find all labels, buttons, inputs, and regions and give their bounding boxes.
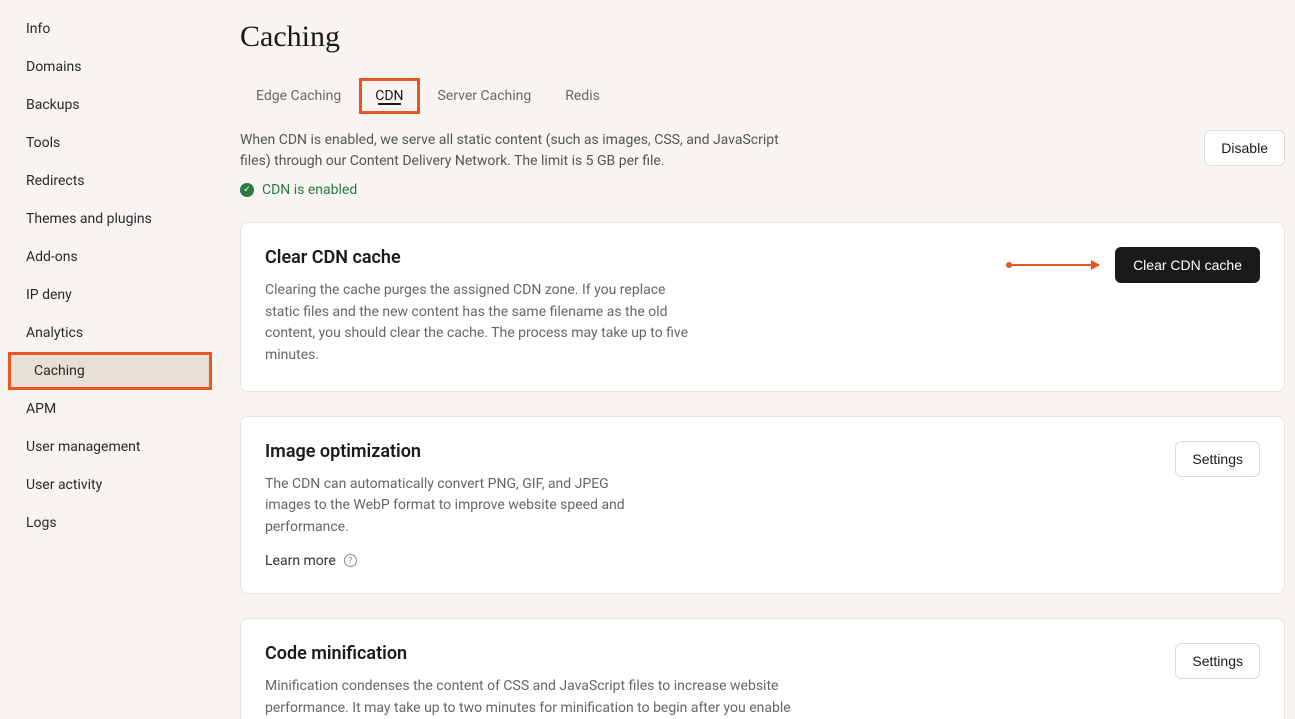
sidebar-item-label: Backups xyxy=(26,97,80,113)
sidebar-item-apm[interactable]: APM xyxy=(0,390,220,428)
image-settings-button[interactable]: Settings xyxy=(1175,441,1260,477)
arrow-annotation-icon xyxy=(1009,264,1099,266)
card-title: Clear CDN cache xyxy=(265,247,989,268)
intro-row: When CDN is enabled, we serve all static… xyxy=(240,130,1285,198)
tab-label: Redis xyxy=(565,88,600,104)
sidebar-item-label: Info xyxy=(26,21,50,37)
sidebar-item-label: IP deny xyxy=(26,287,72,303)
card-clear-cache: Clear CDN cache Clearing the cache purge… xyxy=(240,222,1285,392)
cdn-status: ✓ CDN is enabled xyxy=(240,182,800,198)
intro-text: When CDN is enabled, we serve all static… xyxy=(240,130,800,172)
sidebar-item-label: Tools xyxy=(26,135,60,151)
page-title: Caching xyxy=(240,20,1285,54)
card-title: Image optimization xyxy=(265,441,1155,462)
sidebar-item-label: Analytics xyxy=(26,325,83,341)
card-action: Clear CDN cache xyxy=(1009,247,1260,283)
main-content: Caching Edge Caching CDN Server Caching … xyxy=(220,0,1295,719)
tab-redis[interactable]: Redis xyxy=(549,78,616,114)
sidebar-item-label: Add-ons xyxy=(26,249,78,265)
card-action: Settings xyxy=(1175,441,1260,477)
card-code-minification: Code minification Minification condenses… xyxy=(240,618,1285,719)
sidebar-item-label: Logs xyxy=(26,515,57,531)
learn-more-label: Learn more xyxy=(265,553,336,569)
tabs: Edge Caching CDN Server Caching Redis xyxy=(240,78,1285,114)
tab-server-caching[interactable]: Server Caching xyxy=(422,78,548,114)
sidebar-item-themes[interactable]: Themes and plugins xyxy=(0,200,220,238)
tab-cdn[interactable]: CDN xyxy=(359,78,419,114)
card-desc: Clearing the cache purges the assigned C… xyxy=(265,280,695,367)
minify-settings-button[interactable]: Settings xyxy=(1175,643,1260,679)
sidebar-item-analytics[interactable]: Analytics xyxy=(0,314,220,352)
clear-cdn-cache-button[interactable]: Clear CDN cache xyxy=(1115,247,1260,283)
learn-more-link[interactable]: Learn more ? xyxy=(265,553,1155,569)
info-icon: ? xyxy=(344,554,357,567)
status-text: CDN is enabled xyxy=(262,182,357,198)
sidebar-item-label: User activity xyxy=(26,477,102,493)
sidebar-item-label: Themes and plugins xyxy=(26,211,152,227)
sidebar-item-info[interactable]: Info xyxy=(0,10,220,48)
sidebar-item-label: Caching xyxy=(34,363,85,379)
tab-edge-caching[interactable]: Edge Caching xyxy=(240,78,357,114)
disable-button[interactable]: Disable xyxy=(1204,130,1285,166)
sidebar-item-addons[interactable]: Add-ons xyxy=(0,238,220,276)
sidebar-item-domains[interactable]: Domains xyxy=(0,48,220,86)
sidebar-item-backups[interactable]: Backups xyxy=(0,86,220,124)
sidebar-item-label: APM xyxy=(26,401,56,417)
sidebar-item-label: Domains xyxy=(26,59,81,75)
card-title: Code minification xyxy=(265,643,1155,664)
card-image-optimization: Image optimization The CDN can automatic… xyxy=(240,416,1285,594)
sidebar-item-usermgmt[interactable]: User management xyxy=(0,428,220,466)
sidebar-item-label: User management xyxy=(26,439,140,455)
sidebar-item-logs[interactable]: Logs xyxy=(0,504,220,542)
tab-label: Server Caching xyxy=(438,88,532,104)
sidebar-item-redirects[interactable]: Redirects xyxy=(0,162,220,200)
check-icon: ✓ xyxy=(240,183,254,197)
card-desc: The CDN can automatically convert PNG, G… xyxy=(265,474,655,539)
sidebar-item-caching[interactable]: Caching xyxy=(8,352,212,390)
sidebar-item-ipdeny[interactable]: IP deny xyxy=(0,276,220,314)
sidebar-item-label: Redirects xyxy=(26,173,85,189)
card-action: Settings xyxy=(1175,643,1260,679)
tab-label: Edge Caching xyxy=(256,88,341,104)
tab-label: CDN xyxy=(375,88,403,104)
sidebar-item-useractivity[interactable]: User activity xyxy=(0,466,220,504)
sidebar-item-tools[interactable]: Tools xyxy=(0,124,220,162)
card-desc: Minification condenses the content of CS… xyxy=(265,676,795,719)
sidebar: Info Domains Backups Tools Redirects The… xyxy=(0,0,220,719)
